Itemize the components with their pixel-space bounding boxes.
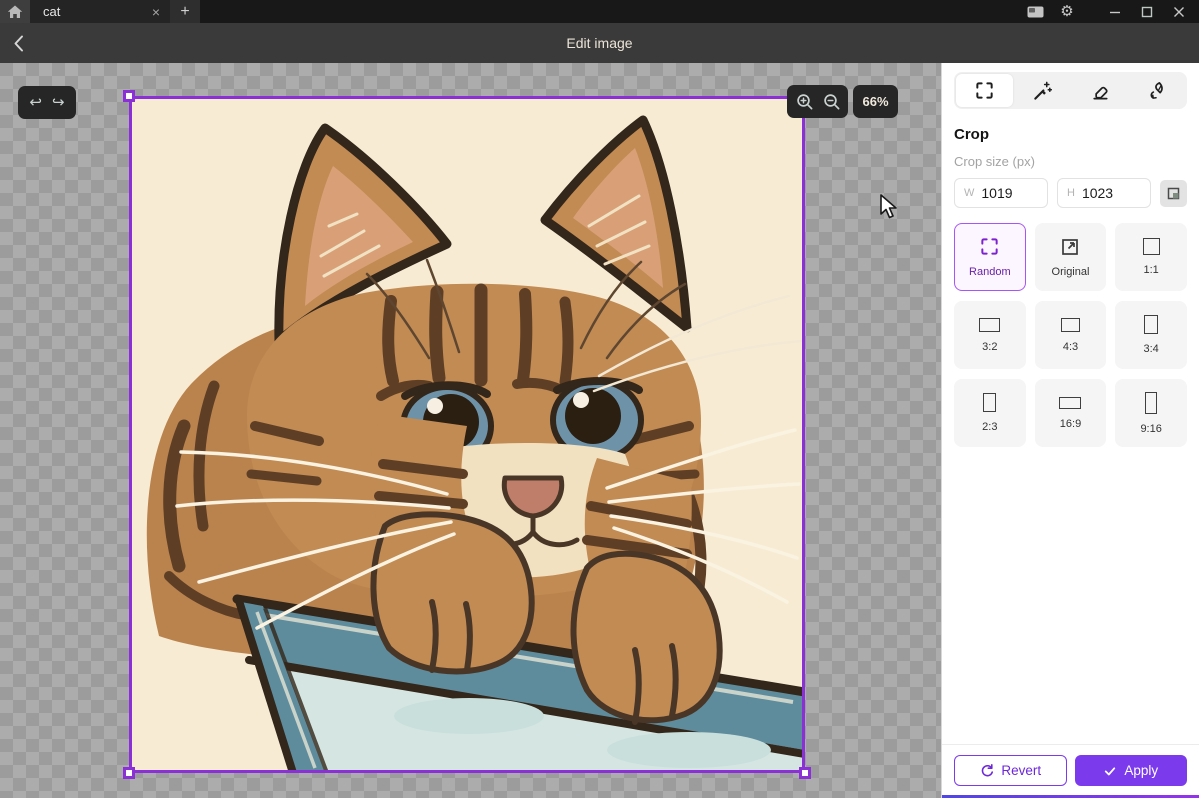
tab-close-icon[interactable]: × xyxy=(150,3,162,21)
edit-canvas[interactable]: ↩ ↪ 66% xyxy=(0,63,941,798)
ratio-9-16-icon xyxy=(1145,392,1157,414)
back-chevron-icon xyxy=(12,34,26,53)
original-size-icon xyxy=(1060,237,1080,257)
revert-label: Revert xyxy=(1001,763,1041,778)
zoom-in-icon[interactable] xyxy=(795,92,814,111)
tab-eraser-tool[interactable] xyxy=(1071,74,1128,107)
undo-redo-toolbar: ↩ ↪ xyxy=(18,86,76,119)
home-button[interactable] xyxy=(0,0,30,23)
new-tab-button[interactable]: + xyxy=(170,0,200,23)
crop-size-row: W H xyxy=(954,178,1187,208)
titlebar: cat × + ⚙ xyxy=(0,0,1199,23)
ratio-original[interactable]: Original xyxy=(1035,223,1107,291)
ratio-2-3-icon xyxy=(983,393,996,412)
ratio-label: 4:3 xyxy=(1063,341,1078,353)
apply-label: Apply xyxy=(1124,763,1158,778)
settings-button[interactable]: ⚙ xyxy=(1051,0,1083,23)
ratio-label: 16:9 xyxy=(1060,418,1081,430)
crop-handle-bottom-right[interactable] xyxy=(799,767,811,779)
ratio-3-4[interactable]: 3:4 xyxy=(1115,301,1187,369)
main-area: ↩ ↪ 66% xyxy=(0,63,1199,798)
ratio-9-16[interactable]: 9:16 xyxy=(1115,379,1187,447)
plus-icon: + xyxy=(180,3,189,21)
crop-selection[interactable] xyxy=(129,96,805,773)
ratio-label: 3:4 xyxy=(1144,343,1159,355)
undo-icon[interactable]: ↩ xyxy=(29,95,42,110)
ratio-label: 3:2 xyxy=(982,341,997,353)
tab-label: cat xyxy=(43,4,150,19)
ratio-label: 2:3 xyxy=(982,421,997,433)
ratio-3-2[interactable]: 3:2 xyxy=(954,301,1026,369)
width-field[interactable]: W xyxy=(954,178,1048,208)
tab-crop-tool[interactable] xyxy=(956,74,1013,107)
window-controls: ⚙ xyxy=(1019,0,1199,23)
ratio-2-3[interactable]: 2:3 xyxy=(954,379,1026,447)
width-prefix: W xyxy=(964,187,974,199)
tool-tabs xyxy=(954,72,1187,109)
swap-dimensions-icon xyxy=(1166,186,1181,201)
crop-panel: Crop Crop size (px) W H xyxy=(941,63,1199,798)
close-icon xyxy=(1173,6,1185,18)
zoom-out-icon[interactable] xyxy=(822,92,841,111)
minimize-button[interactable] xyxy=(1099,0,1131,23)
back-button[interactable] xyxy=(4,23,34,63)
cards-icon xyxy=(1027,6,1044,18)
tab-magic-pen-tool[interactable] xyxy=(1013,74,1070,107)
revert-refresh-icon xyxy=(979,763,994,778)
page-header: Edit image xyxy=(0,23,1199,63)
crop-handle-top-left[interactable] xyxy=(123,90,135,102)
maximize-icon xyxy=(1141,6,1153,18)
crop-tool-icon xyxy=(974,80,995,101)
ratio-label: Random xyxy=(969,266,1011,278)
ratio-label: Original xyxy=(1052,266,1090,278)
close-window-button[interactable] xyxy=(1163,0,1195,23)
apply-check-icon xyxy=(1103,764,1117,778)
magic-pen-tool-icon xyxy=(1031,80,1052,101)
ratio-grid: Random Original 1:1 3:2 xyxy=(954,223,1187,447)
ratio-3-2-icon xyxy=(979,318,1000,332)
ratio-1-1-icon xyxy=(1143,238,1160,255)
width-input[interactable] xyxy=(981,185,1038,201)
minimize-icon xyxy=(1109,6,1121,18)
ratio-16-9-icon xyxy=(1059,397,1081,409)
crop-handle-bottom-left[interactable] xyxy=(123,767,135,779)
ratio-4-3[interactable]: 4:3 xyxy=(1035,301,1107,369)
maximize-button[interactable] xyxy=(1131,0,1163,23)
app-window: cat × + ⚙ xyxy=(0,0,1199,798)
ratio-label: 1:1 xyxy=(1144,264,1159,276)
ink-pen-tool-icon xyxy=(1146,80,1167,101)
tab-ink-pen-tool[interactable] xyxy=(1128,74,1185,107)
cards-button[interactable] xyxy=(1019,0,1051,23)
mouse-cursor xyxy=(878,193,899,221)
swap-dimensions-button[interactable] xyxy=(1160,180,1187,207)
panel-title: Crop xyxy=(954,126,1187,143)
height-field[interactable]: H xyxy=(1057,178,1151,208)
page-title: Edit image xyxy=(566,35,632,51)
ratio-random[interactable]: Random xyxy=(954,223,1026,291)
random-crop-icon xyxy=(979,236,1000,257)
home-icon xyxy=(7,5,23,19)
ratio-4-3-icon xyxy=(1061,318,1080,332)
zoom-level: 66% xyxy=(862,94,888,109)
tab-cat[interactable]: cat × xyxy=(30,0,170,23)
zoom-level-badge: 66% xyxy=(853,85,898,118)
panel-actions: Revert Apply xyxy=(942,744,1199,798)
crop-size-label: Crop size (px) xyxy=(954,154,1187,169)
settings-gear-icon: ⚙ xyxy=(1060,4,1073,19)
ratio-1-1[interactable]: 1:1 xyxy=(1115,223,1187,291)
ratio-16-9[interactable]: 16:9 xyxy=(1035,379,1107,447)
eraser-tool-icon xyxy=(1089,80,1110,101)
revert-button[interactable]: Revert xyxy=(954,755,1067,786)
height-prefix: H xyxy=(1067,187,1075,199)
ratio-3-4-icon xyxy=(1144,315,1158,334)
zoom-toolbar xyxy=(787,85,848,118)
ratio-label: 9:16 xyxy=(1140,423,1161,435)
height-input[interactable] xyxy=(1082,185,1141,201)
apply-button[interactable]: Apply xyxy=(1075,755,1188,786)
redo-icon[interactable]: ↪ xyxy=(52,95,65,110)
canvas-image xyxy=(129,96,805,773)
